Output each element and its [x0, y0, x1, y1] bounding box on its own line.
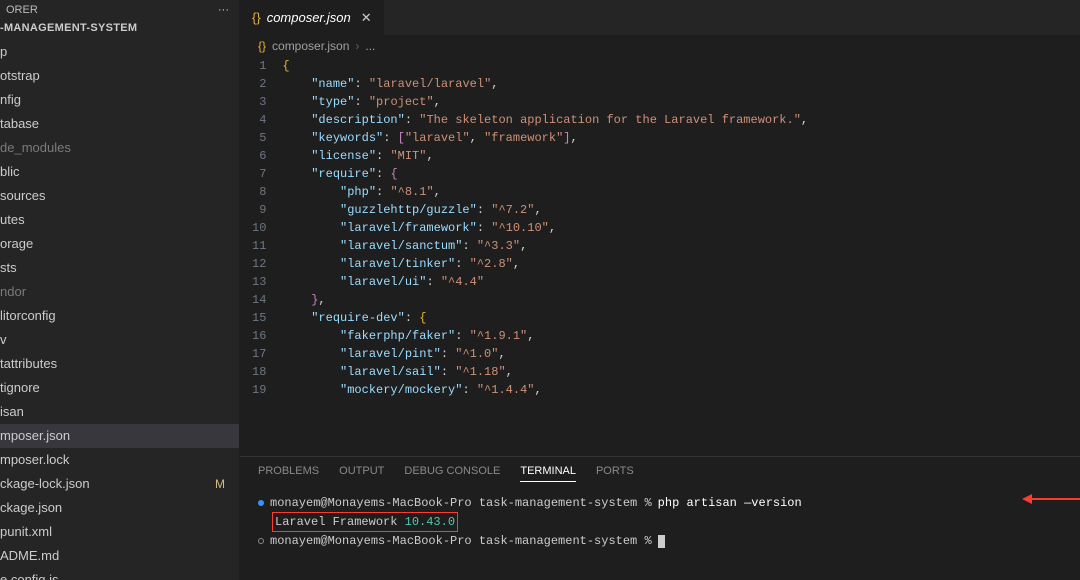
code-content[interactable]: { "name": "laravel/laravel", "type": "pr… [282, 57, 1080, 456]
tree-item[interactable]: blic [0, 160, 239, 184]
code-editor[interactable]: 12345678910111213141516171819 { "name": … [240, 57, 1080, 456]
explorer-sidebar: ORER ··· -MANAGEMENT-SYSTEM potstrapnfig… [0, 0, 240, 580]
modified-badge: M [215, 474, 225, 494]
tree-item[interactable]: e.config.js [0, 568, 239, 580]
terminal-prompt: monayem@Monayems-MacBook-Pro task-manage… [270, 494, 652, 512]
json-icon: {} [258, 39, 266, 53]
tab-composer-json[interactable]: {} composer.json ✕ [240, 0, 385, 35]
tree-item[interactable]: mposer.lock [0, 448, 239, 472]
panel-tabs: PROBLEMS OUTPUT DEBUG CONSOLE TERMINAL PORTS [240, 457, 1080, 488]
tree-item[interactable]: sts [0, 256, 239, 280]
status-dot-icon [258, 500, 264, 506]
panel-tab-output[interactable]: OUTPUT [339, 465, 384, 482]
root-folder-name[interactable]: -MANAGEMENT-SYSTEM [0, 20, 239, 40]
version-highlight: Laravel Framework 10.43.0 [272, 512, 458, 532]
terminal-output: Laravel Framework 10.43.0 [272, 512, 1062, 532]
tree-item[interactable]: orage [0, 232, 239, 256]
terminal-body[interactable]: monayem@Monayems-MacBook-Pro task-manage… [240, 488, 1080, 580]
panel-tab-ports[interactable]: PORTS [596, 465, 634, 482]
tree-item[interactable]: ckage.json [0, 496, 239, 520]
tree-item[interactable]: ndor [0, 280, 239, 304]
tree-item[interactable]: v [0, 328, 239, 352]
tree-item[interactable]: punit.xml [0, 520, 239, 544]
tree-item[interactable]: isan [0, 400, 239, 424]
tree-item[interactable]: ADME.md [0, 544, 239, 568]
terminal-command: php artisan —version [658, 494, 802, 512]
output-label: Laravel Framework [275, 515, 397, 529]
explorer-title: ORER [6, 4, 38, 16]
breadcrumb[interactable]: {} composer.json › ... [240, 35, 1080, 57]
close-icon[interactable]: ✕ [361, 10, 372, 26]
output-version: 10.43.0 [405, 515, 455, 529]
tree-item[interactable]: utes [0, 208, 239, 232]
line-gutter: 12345678910111213141516171819 [240, 57, 282, 456]
tree-item[interactable]: tabase [0, 112, 239, 136]
breadcrumb-tail: ... [365, 39, 375, 53]
panel-tab-problems[interactable]: PROBLEMS [258, 465, 319, 482]
cursor-icon [658, 535, 665, 548]
tree-item[interactable]: sources [0, 184, 239, 208]
tree-item[interactable]: mposer.json [0, 424, 239, 448]
breadcrumb-file: composer.json [272, 39, 349, 53]
panel-tab-debug-console[interactable]: DEBUG CONSOLE [404, 465, 500, 482]
tree-item[interactable]: otstrap [0, 64, 239, 88]
json-icon: {} [252, 10, 261, 25]
explorer-header: ORER ··· [0, 0, 239, 20]
editor-tab-bar: {} composer.json ✕ [240, 0, 1080, 35]
tree-item[interactable]: nfig [0, 88, 239, 112]
panel-tab-terminal[interactable]: TERMINAL [520, 465, 576, 482]
tree-item[interactable]: litorconfig [0, 304, 239, 328]
tree-item[interactable]: tattributes [0, 352, 239, 376]
status-dot-icon [258, 538, 264, 544]
tree-item[interactable]: ckage-lock.jsonM [0, 472, 239, 496]
file-tree[interactable]: potstrapnfigtabasede_modulesblicsourcesu… [0, 40, 239, 580]
terminal-line: monayem@Monayems-MacBook-Pro task-manage… [258, 532, 1062, 550]
terminal-panel: PROBLEMS OUTPUT DEBUG CONSOLE TERMINAL PORTS… [240, 456, 1080, 580]
tree-item[interactable]: de_modules [0, 136, 239, 160]
main-area: {} composer.json ✕ {} composer.json › ..… [240, 0, 1080, 580]
terminal-prompt: monayem@Monayems-MacBook-Pro task-manage… [270, 532, 652, 550]
tree-item[interactable]: p [0, 40, 239, 64]
annotation-arrow-icon [1030, 498, 1080, 500]
terminal-line: monayem@Monayems-MacBook-Pro task-manage… [258, 494, 1062, 512]
tab-title: composer.json [267, 10, 351, 25]
more-icon[interactable]: ··· [218, 4, 229, 16]
chevron-right-icon: › [355, 39, 359, 53]
tree-item[interactable]: tignore [0, 376, 239, 400]
